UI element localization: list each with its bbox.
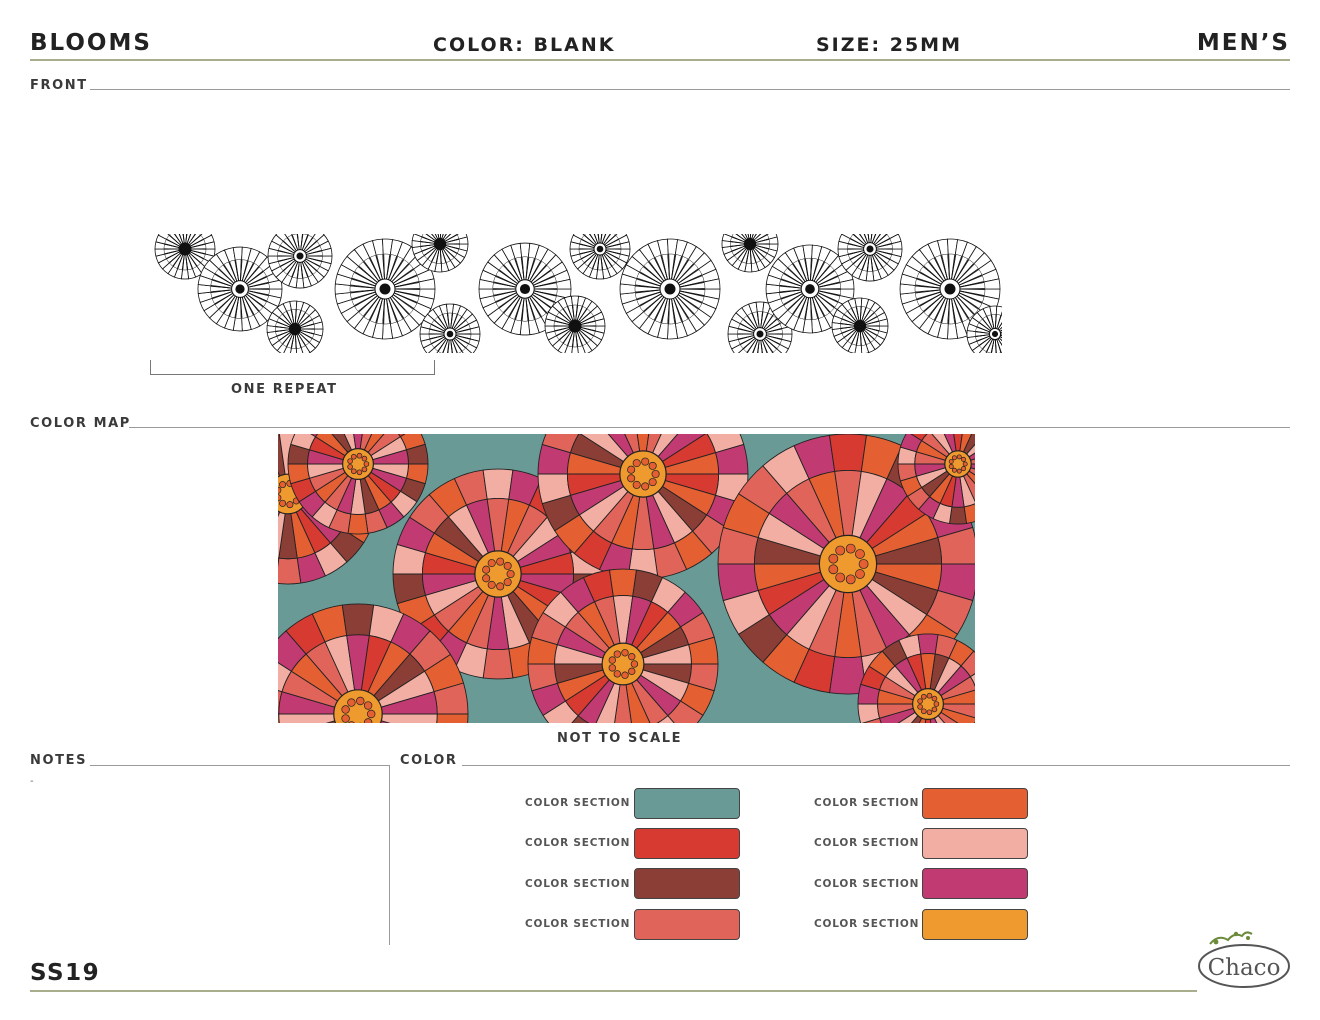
color-section-3-label: COLOR SECTION 3 xyxy=(525,878,643,890)
color-section-1-label: COLOR SECTION 1 xyxy=(525,797,643,809)
size-label: SIZE: 25MM xyxy=(816,34,962,56)
color-section-7-label: COLOR SECTION 7 xyxy=(814,878,932,890)
chaco-logo-text: Chaco xyxy=(1208,955,1281,981)
notes-section-title: NOTES xyxy=(30,753,88,768)
color-section-8-label: COLOR SECTION 8 xyxy=(814,918,932,930)
color-section-2-label: COLOR SECTION 2 xyxy=(525,837,643,849)
front-section-title: FRONT xyxy=(30,78,88,93)
color-map-divider xyxy=(129,427,1290,428)
gender-label: MEN’S xyxy=(1196,30,1290,56)
color-section-4-label: COLOR SECTION 4 xyxy=(525,918,643,930)
color-section-8-swatch xyxy=(922,909,1028,940)
one-repeat-label: ONE REPEAT xyxy=(231,382,338,397)
color-map-section-title: COLOR MAP xyxy=(30,416,131,431)
color-name: COLOR: BLANK xyxy=(433,34,616,56)
style-name: BLOOMS xyxy=(30,30,152,56)
color-section-7-swatch xyxy=(922,868,1028,899)
color-section-4-swatch xyxy=(634,909,740,940)
footer-divider xyxy=(30,990,1197,992)
color-section-1-swatch xyxy=(634,788,740,819)
chaco-logo: Chaco xyxy=(1196,928,1292,990)
color-section-6-swatch xyxy=(922,828,1028,859)
season-label: SS19 xyxy=(30,960,101,986)
header-divider xyxy=(30,59,1290,61)
color-section-6-label: COLOR SECTION 6 xyxy=(814,837,932,849)
one-repeat-bracket xyxy=(150,360,435,375)
notes-vertical-divider xyxy=(389,765,390,945)
color-section-5-label: COLOR SECTION 5 xyxy=(814,797,932,809)
color-map-pattern xyxy=(278,434,975,723)
not-to-scale-label: NOT TO SCALE xyxy=(557,731,683,746)
color-section-5-swatch xyxy=(922,788,1028,819)
color-section-2-swatch xyxy=(634,828,740,859)
notes-text: - xyxy=(30,776,34,787)
front-strap-pattern xyxy=(150,234,1002,353)
color-section-title: COLOR xyxy=(400,753,458,768)
color-divider xyxy=(462,765,1290,766)
color-section-3-swatch xyxy=(634,868,740,899)
front-divider xyxy=(90,89,1290,90)
notes-divider xyxy=(90,765,389,766)
